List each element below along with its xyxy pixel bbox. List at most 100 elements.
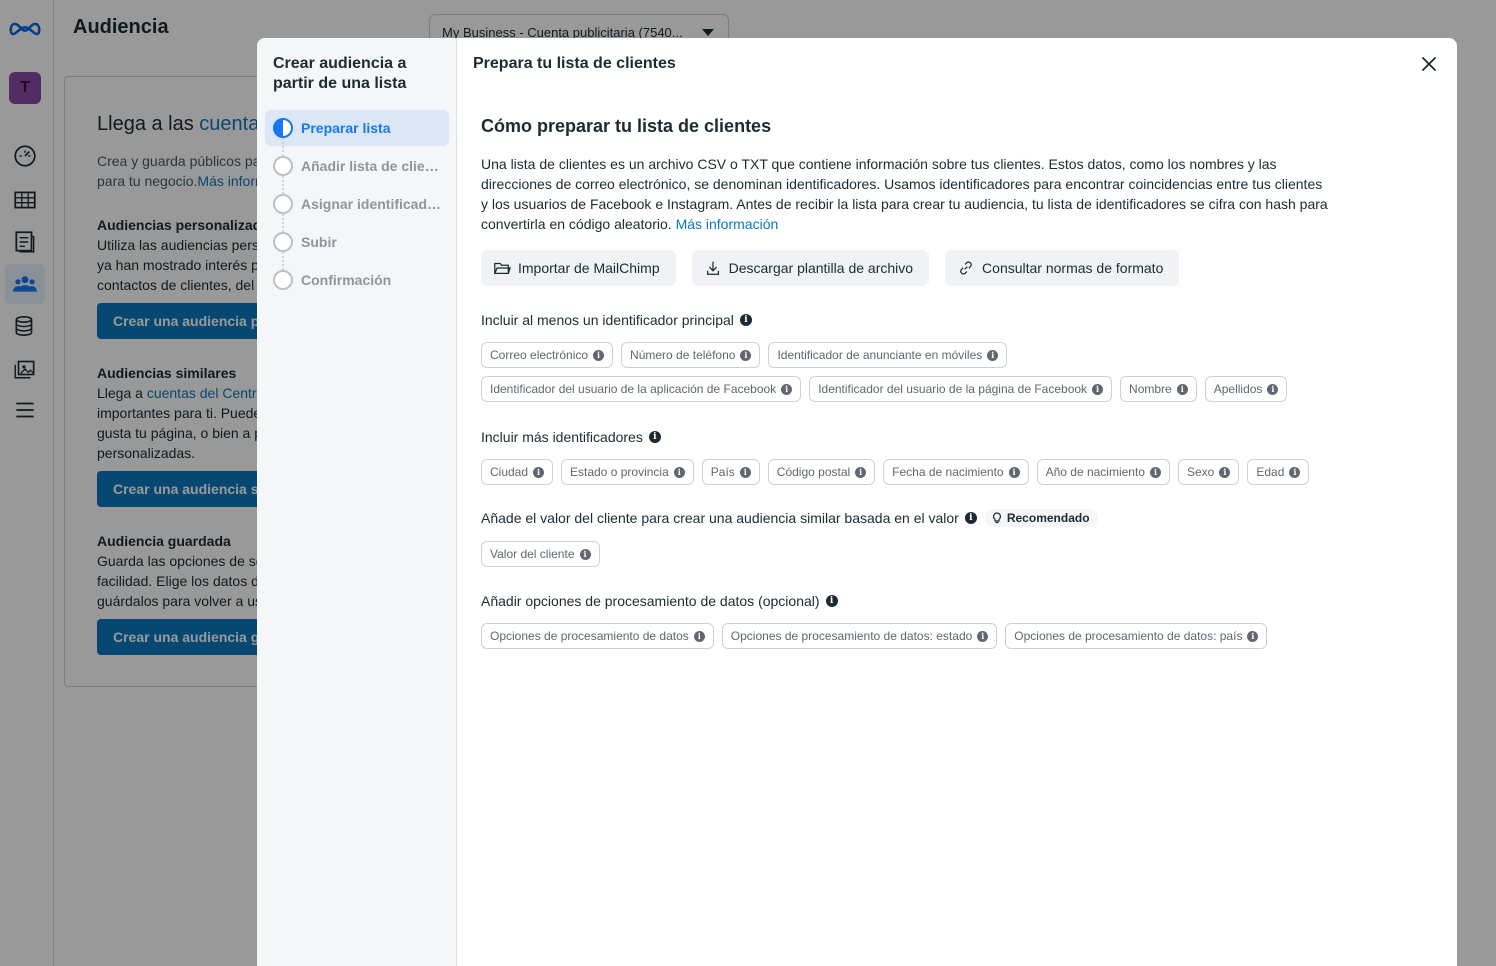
info-icon[interactable]: i	[964, 512, 977, 524]
link-icon	[960, 261, 972, 275]
info-icon[interactable]: i	[1247, 630, 1259, 642]
step-progress-icon	[273, 118, 293, 138]
chip-label: Nombre	[1129, 382, 1172, 396]
chip-label: Edad	[1256, 465, 1285, 479]
download-icon	[706, 261, 719, 275]
info-icon[interactable]: i	[1092, 383, 1104, 395]
chip-facebook-app-user-id[interactable]: Identificador del usuario de la aplicaci…	[481, 376, 802, 402]
info-icon[interactable]: i	[740, 349, 752, 361]
info-icon[interactable]: i	[739, 314, 752, 326]
info-icon[interactable]: i	[987, 349, 999, 361]
chip-label: Número de teléfono	[630, 348, 736, 362]
chip-label: Opciones de procesamiento de datos	[490, 629, 689, 643]
download-template-label: Descargar plantilla de archivo	[728, 260, 914, 276]
folder-open-icon	[494, 262, 511, 275]
chip-last-name[interactable]: Apellidos i	[1204, 376, 1288, 402]
format-guidelines-button[interactable]: Consultar normas de formato	[945, 250, 1180, 286]
chip-customer-value[interactable]: Valor del cliente i	[481, 541, 600, 567]
data-processing-chips: Opciones de procesamiento de datos i Opci…	[481, 623, 1268, 649]
dialog-content: Prepara tu lista de clientes Cómo prepar…	[457, 38, 1457, 966]
chip-label: Estado o provincia	[570, 465, 669, 479]
chip-data-processing-state[interactable]: Opciones de procesamiento de datos: esta…	[721, 623, 998, 649]
step-prepare-list[interactable]: Preparar lista	[265, 110, 449, 146]
chip-year-of-birth[interactable]: Año de nacimiento i	[1036, 459, 1170, 485]
chip-label: Sexo	[1186, 465, 1215, 479]
chip-gender[interactable]: Sexo i	[1177, 459, 1240, 485]
step-label: Subir	[301, 234, 337, 250]
info-icon[interactable]: i	[739, 466, 751, 478]
chip-label: País	[710, 465, 735, 479]
primary-chips-row-2: Identificador del usuario de la aplicaci…	[481, 376, 1288, 402]
chip-label: Opciones de procesamiento de datos: esta…	[730, 629, 973, 643]
info-icon[interactable]: i	[579, 548, 591, 560]
chip-state[interactable]: Estado o provincia i	[561, 459, 694, 485]
step-upload[interactable]: Subir	[265, 224, 449, 260]
format-guidelines-label: Consultar normas de formato	[982, 260, 1164, 276]
recommended-badge: Recomendado	[984, 509, 1098, 527]
more-identifiers-title: Incluir más identificadores i	[481, 429, 661, 445]
chip-phone[interactable]: Número de teléfono i	[621, 342, 761, 368]
info-icon[interactable]: i	[1176, 383, 1188, 395]
info-icon[interactable]: i	[533, 466, 545, 478]
chip-label: Correo electrónico	[490, 348, 589, 362]
info-icon[interactable]: i	[693, 630, 705, 642]
steps-title: Crear audiencia a partir de una lista	[273, 55, 407, 92]
chip-country[interactable]: País i	[701, 459, 760, 485]
info-icon[interactable]: i	[1149, 466, 1161, 478]
chip-zip[interactable]: Código postal i	[767, 459, 876, 485]
step-label: Asignar identificadores	[301, 196, 443, 212]
import-mailchimp-button[interactable]: Importar de MailChimp	[481, 250, 676, 286]
chip-label: Código postal	[776, 465, 851, 479]
section-title: Cómo preparar tu lista de clientes	[481, 116, 772, 136]
step-confirmation[interactable]: Confirmación	[265, 262, 449, 298]
description: Una lista de clientes es un archivo CSV …	[481, 156, 1328, 232]
recommended-label: Recomendado	[1006, 511, 1090, 525]
step-circle-icon	[273, 156, 293, 176]
step-circle-icon	[273, 232, 293, 252]
chip-date-of-birth[interactable]: Fecha de nacimiento i	[883, 459, 1029, 485]
primary-identifiers-title: Incluir al menos un identificador princi…	[481, 312, 752, 328]
chip-facebook-page-user-id[interactable]: Identificador del usuario de la página d…	[809, 376, 1113, 402]
primary-chips-row-1: Correo electrónico i Número de teléfono i …	[481, 342, 1008, 368]
close-icon	[1422, 57, 1436, 71]
chip-label: Identificador de anunciante en móviles	[777, 348, 983, 362]
more-info-link[interactable]: Más información	[676, 216, 779, 232]
info-icon[interactable]: i	[781, 383, 793, 395]
data-processing-title: Añadir opciones de procesamiento de dato…	[481, 593, 838, 609]
step-add-customer-list[interactable]: Añadir lista de clientes	[265, 148, 449, 184]
info-icon[interactable]: i	[593, 349, 605, 361]
info-icon[interactable]: i	[1008, 466, 1020, 478]
info-icon[interactable]: i	[1267, 383, 1279, 395]
step-label: Confirmación	[301, 272, 392, 288]
customer-value-label: Añade el valor del cliente para crear un…	[481, 510, 959, 526]
chip-mobile-advertiser-id[interactable]: Identificador de anunciante en móviles i	[768, 342, 1008, 368]
info-icon[interactable]: i	[1289, 466, 1301, 478]
chip-label: Apellidos	[1213, 382, 1263, 396]
info-icon[interactable]: i	[855, 466, 867, 478]
info-icon[interactable]: i	[673, 466, 685, 478]
info-icon[interactable]: i	[825, 595, 838, 607]
chip-label: Opciones de procesamiento de datos: país	[1014, 629, 1243, 643]
chip-data-processing-options[interactable]: Opciones de procesamiento de datos i	[481, 623, 714, 649]
step-circle-icon	[273, 194, 293, 214]
chip-label: Ciudad	[490, 465, 529, 479]
chip-email[interactable]: Correo electrónico i	[481, 342, 614, 368]
chip-first-name[interactable]: Nombre i	[1120, 376, 1197, 402]
lightbulb-icon	[992, 512, 1001, 524]
info-icon[interactable]: i	[648, 431, 661, 443]
info-icon[interactable]: i	[1219, 466, 1231, 478]
more-identifiers-label: Incluir más identificadores	[481, 429, 643, 445]
step-label: Añadir lista de clientes	[301, 158, 443, 174]
chip-label: Año de nacimiento	[1045, 465, 1145, 479]
more-identifiers-chips: Ciudad i Estado o provincia i País i Código…	[481, 459, 1310, 485]
info-icon[interactable]: i	[977, 630, 989, 642]
step-map-identifiers[interactable]: Asignar identificadores	[265, 186, 449, 222]
close-button[interactable]	[1417, 52, 1441, 76]
data-processing-label: Añadir opciones de procesamiento de dato…	[481, 593, 820, 609]
chip-data-processing-country[interactable]: Opciones de procesamiento de datos: país…	[1005, 623, 1268, 649]
chip-age[interactable]: Edad i	[1247, 459, 1310, 485]
chip-label: Identificador del usuario de la aplicaci…	[490, 382, 777, 396]
chip-city[interactable]: Ciudad i	[481, 459, 554, 485]
primary-identifiers-label: Incluir al menos un identificador princi…	[481, 312, 734, 328]
download-template-button[interactable]: Descargar plantilla de archivo	[691, 250, 930, 286]
